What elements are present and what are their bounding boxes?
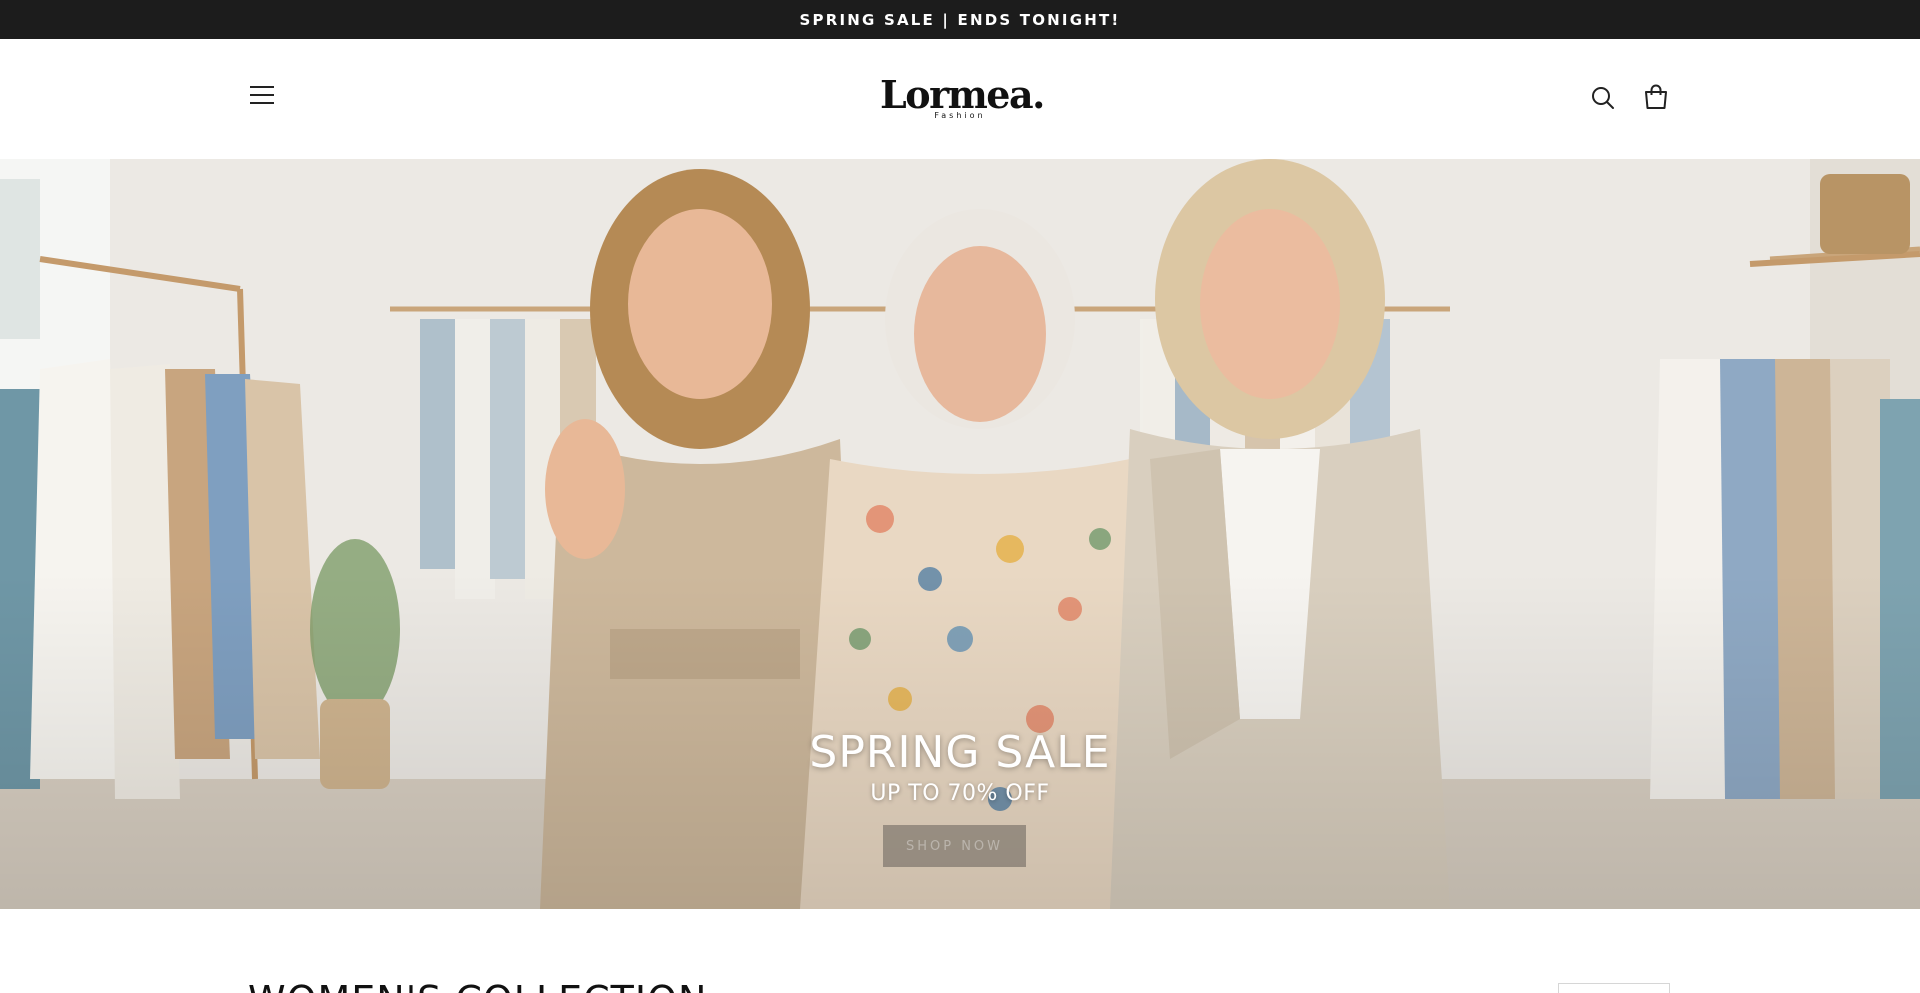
sort-dropdown[interactable] bbox=[1558, 983, 1670, 993]
cart-icon[interactable] bbox=[1642, 83, 1670, 111]
hero-subtitle: UP TO 70% OFF bbox=[870, 781, 1050, 806]
search-icon[interactable] bbox=[1590, 85, 1616, 111]
announcement-text: SPRING SALE | ENDS TONIGHT! bbox=[799, 10, 1121, 29]
shop-now-button[interactable]: SHOP NOW bbox=[883, 825, 1026, 867]
site-header: Lormea. Fashion bbox=[0, 39, 1920, 159]
collection-title: WOMEN'S COLLECTION bbox=[248, 978, 707, 993]
announcement-bar: SPRING SALE | ENDS TONIGHT! bbox=[0, 0, 1920, 39]
hero-banner[interactable]: SPRING SALE UP TO 70% OFF SHOP NOW bbox=[0, 159, 1920, 909]
logo-text: Lormea. bbox=[880, 72, 1045, 117]
logo[interactable]: Lormea. Fashion bbox=[880, 72, 1045, 123]
menu-icon[interactable] bbox=[248, 83, 278, 107]
hero-title: SPRING SALE bbox=[809, 727, 1111, 778]
